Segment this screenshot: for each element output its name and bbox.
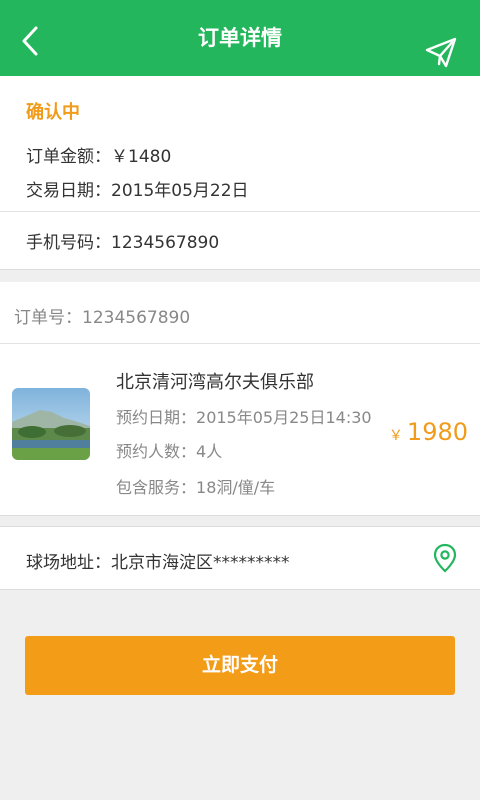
page-title: 订单详情: [198, 26, 282, 50]
trade-date-value: 2015年05月22日: [111, 181, 249, 201]
order-number-label: 订单号：: [14, 308, 82, 328]
price-value: 1980: [406, 418, 468, 446]
paper-plane-icon[interactable]: [424, 36, 458, 70]
service-label: 包含服务：: [116, 478, 197, 497]
order-number-row: 订单号：1234567890: [14, 303, 190, 328]
price-currency: ￥: [388, 428, 403, 444]
divider: [0, 211, 480, 212]
course-address-row: 球场地址：北京市海淀区*********: [26, 548, 290, 573]
pay-now-button[interactable]: 立即支付: [25, 636, 455, 695]
order-amount-label: 订单金额：: [26, 147, 111, 167]
people-count-label: 预约人数：: [116, 442, 197, 461]
course-address-card[interactable]: 球场地址：北京市海淀区*********: [0, 526, 480, 590]
status-badge: 确认中: [26, 102, 80, 123]
people-count-row: 预约人数：4人: [116, 438, 222, 462]
phone-row: 手机号码：1234567890: [26, 228, 219, 253]
order-price: ￥ 1980: [389, 418, 468, 446]
location-pin-icon[interactable]: [432, 543, 458, 573]
course-address-label: 球场地址：: [26, 553, 111, 573]
booking-date-label: 预约日期：: [116, 408, 197, 427]
service-value: 18洞/僮/车: [196, 478, 276, 497]
order-number-value: 1234567890: [82, 308, 191, 328]
order-summary-card: 确认中 订单金额：￥1480 交易日期：2015年05月22日 手机号码：123…: [0, 76, 480, 270]
course-address-value: 北京市海淀区*********: [111, 553, 290, 573]
order-detail-card[interactable]: 订单号：1234567890 北京清河湾高尔夫俱乐部 预约日期：2015年05月…: [0, 282, 480, 516]
golf-course-thumbnail: [12, 388, 90, 460]
order-amount-row: 订单金额：￥1480: [26, 142, 171, 167]
order-amount-value: ￥1480: [111, 147, 172, 167]
divider: [0, 343, 480, 344]
trade-date-label: 交易日期：: [26, 181, 111, 201]
trade-date-row: 交易日期：2015年05月22日: [26, 176, 249, 201]
booking-date-row: 预约日期：2015年05月25日14:30: [116, 404, 372, 428]
booking-date-value: 2015年05月25日14:30: [196, 408, 372, 427]
people-count-value: 4人: [196, 442, 223, 461]
phone-value: 1234567890: [111, 233, 220, 253]
phone-label: 手机号码：: [26, 233, 111, 253]
app-header: 订单详情: [0, 0, 480, 76]
club-name: 北京清河湾高尔夫俱乐部: [116, 372, 314, 393]
service-row: 包含服务：18洞/僮/车: [116, 474, 275, 498]
